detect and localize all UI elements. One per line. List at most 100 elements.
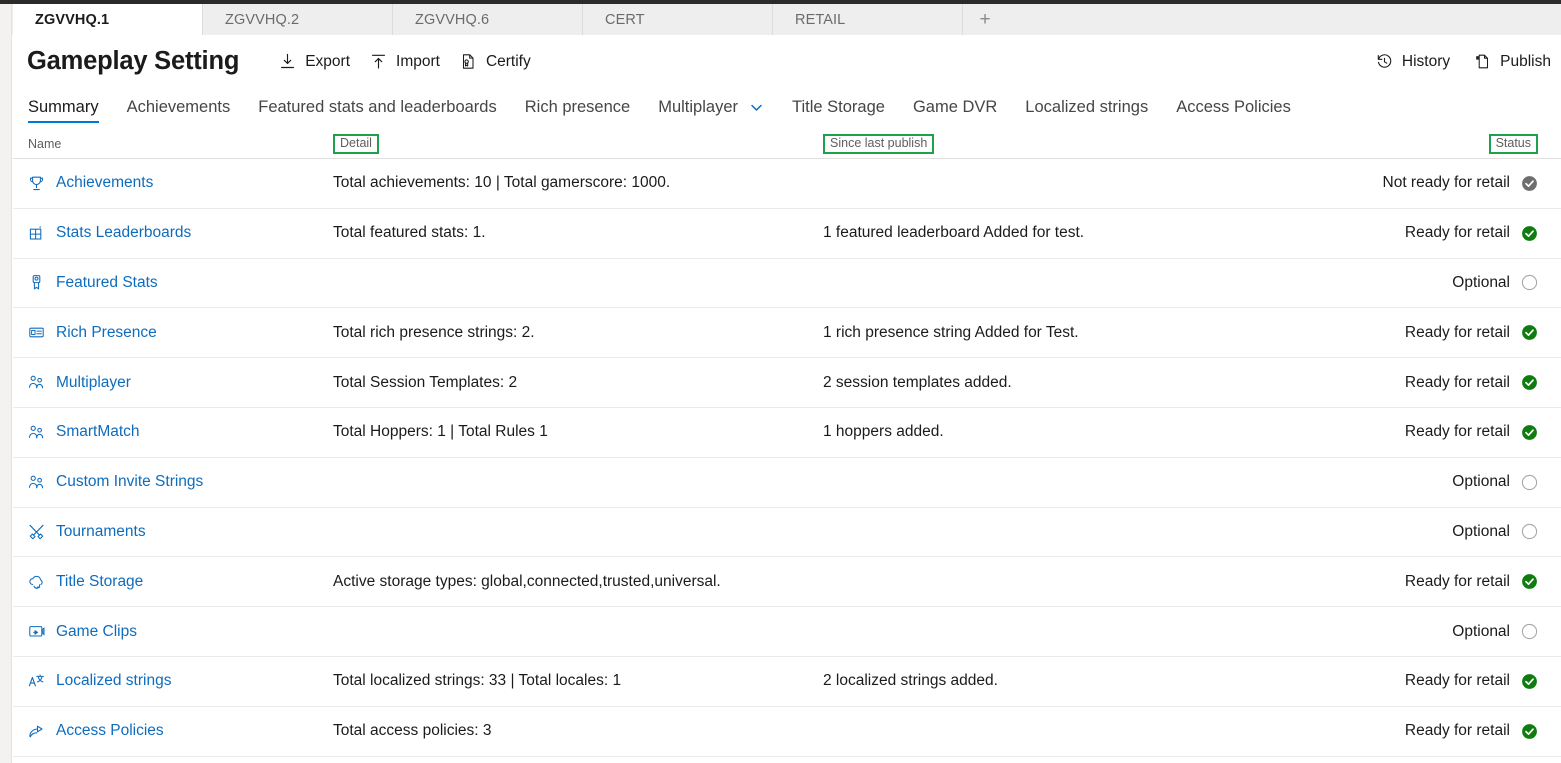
history-button[interactable]: History — [1366, 48, 1460, 76]
nav-tab-access-policies[interactable]: Access Policies — [1162, 98, 1305, 123]
chevron-down-icon[interactable] — [749, 100, 764, 115]
history-icon — [1376, 53, 1393, 70]
import-button[interactable]: Import — [360, 48, 450, 76]
status-optional-icon — [1521, 523, 1538, 540]
row-name-label: Achievements — [56, 174, 154, 192]
table-row: Tournaments Optional — [13, 508, 1561, 558]
nav-tab-game-dvr[interactable]: Game DVR — [899, 98, 1011, 123]
publish-label: Publish — [1500, 52, 1551, 70]
nav-tab-label: Access Policies — [1176, 98, 1291, 116]
row-name-label: Multiplayer — [56, 373, 131, 391]
publish-button[interactable]: Publish — [1464, 48, 1561, 76]
status-ready-icon — [1521, 324, 1538, 341]
browser-tab-2[interactable]: ZGVVHQ.2 — [203, 4, 393, 35]
section-nav-tabs: Summary Achievements Featured stats and le… — [13, 88, 1561, 123]
status-ready-icon — [1521, 424, 1538, 441]
people-icon — [28, 474, 45, 491]
row-name-link-title-storage[interactable]: Title Storage — [28, 573, 333, 591]
export-button[interactable]: Export — [269, 48, 360, 76]
browser-tab-label: ZGVVHQ.6 — [415, 11, 490, 28]
browser-tab-label: CERT — [605, 11, 645, 28]
window-top-bar — [0, 0, 1561, 4]
row-name-link-localized-strings[interactable]: Localized strings — [28, 672, 333, 690]
new-tab-button[interactable]: + — [963, 4, 1007, 35]
row-status: Not ready for retail — [1343, 174, 1561, 192]
row-name-link-stats-leaderboards[interactable]: Stats Leaderboards — [28, 224, 333, 242]
table-row: Game Clips Optional — [13, 607, 1561, 657]
status-badge: Optional — [1452, 522, 1510, 540]
browser-tab-strip: ZGVVHQ.1 ZGVVHQ.2 ZGVVHQ.6 CERT RETAIL + — [0, 4, 1561, 35]
column-header-since-last-publish-label: Since last publish — [823, 133, 935, 154]
row-status: Ready for retail — [1343, 573, 1561, 591]
column-header-name[interactable]: Name — [28, 137, 333, 151]
row-name-label: Featured Stats — [56, 273, 158, 291]
row-name-link-achievements[interactable]: Achievements — [28, 174, 333, 192]
row-since-last-publish-text: 2 localized strings added. — [823, 672, 998, 690]
column-header-name-label: Name — [28, 136, 62, 151]
page-content: Gameplay Setting Export Import Certify H… — [13, 35, 1561, 763]
row-name-link-tournaments[interactable]: Tournaments — [28, 523, 333, 541]
certify-label: Certify — [485, 52, 531, 70]
table-row: SmartMatch Total Hoppers: 1 | Total Rules… — [13, 408, 1561, 458]
nav-tab-label: Localized strings — [1025, 98, 1149, 116]
nav-tab-featured-stats-and-leaderboards[interactable]: Featured stats and leaderboards — [244, 98, 511, 123]
row-detail-text: Active storage types: global,connected,t… — [333, 572, 721, 590]
row-name-link-access-policies[interactable]: Access Policies — [28, 722, 333, 740]
nav-tab-rich-presence[interactable]: Rich presence — [511, 98, 644, 123]
browser-tab-1[interactable]: ZGVVHQ.1 — [13, 4, 203, 35]
row-name-link-custom-invite-strings[interactable]: Custom Invite Strings — [28, 473, 333, 491]
status-ready-icon — [1521, 374, 1538, 391]
table-row: Title Storage Active storage types: globa… — [13, 557, 1561, 608]
people-icon — [28, 374, 45, 391]
browser-tab-3[interactable]: ZGVVHQ.6 — [393, 4, 583, 35]
status-badge: Not ready for retail — [1382, 174, 1511, 192]
row-since-last-publish-text: 1 hoppers added. — [823, 423, 944, 441]
export-label: Export — [305, 52, 351, 70]
column-header-detail-label: Detail — [333, 133, 379, 154]
browser-tab-4[interactable]: CERT — [583, 4, 773, 35]
nav-tab-multiplayer[interactable]: Multiplayer — [644, 98, 778, 123]
status-badge: Ready for retail — [1404, 572, 1510, 590]
table-row: Custom Invite Strings Optional — [13, 458, 1561, 508]
row-since-last-publish-text: 1 featured leaderboard Added for test. — [823, 224, 1085, 242]
row-name-link-game-clips[interactable]: Game Clips — [28, 623, 333, 641]
nav-tab-label: Rich presence — [524, 98, 631, 116]
leaderboard-grid-icon — [28, 225, 45, 242]
row-detail-text: Total Hoppers: 1 | Total Rules 1 — [333, 423, 548, 441]
row-status: Ready for retail — [1343, 722, 1561, 740]
table-body: Achievements Total achievements: 10 | Tot… — [13, 159, 1561, 757]
nav-tab-achievements[interactable]: Achievements — [113, 98, 245, 123]
row-status: Ready for retail — [1343, 672, 1561, 690]
column-header-since-last-publish[interactable]: Since last publish — [823, 133, 1343, 154]
id-card-icon — [28, 324, 45, 341]
column-header-status[interactable]: Status — [1343, 133, 1561, 154]
row-since-last-publish-text: 1 rich presence string Added for Test. — [823, 323, 1079, 341]
column-header-detail[interactable]: Detail — [333, 133, 823, 154]
table-row: Localized strings Total localized strings… — [13, 657, 1561, 707]
row-name-link-multiplayer[interactable]: Multiplayer — [28, 374, 333, 392]
row-name-link-featured-stats[interactable]: Featured Stats — [28, 274, 333, 292]
status-ready-icon — [1521, 573, 1538, 590]
status-optional-icon — [1521, 623, 1538, 640]
row-status: Ready for retail — [1343, 374, 1561, 392]
nav-tab-title-storage[interactable]: Title Storage — [778, 98, 899, 123]
status-optional-icon — [1521, 274, 1538, 291]
row-detail-text: Total Session Templates: 2 — [333, 373, 518, 391]
row-name-label: Game Clips — [56, 622, 137, 640]
status-badge: Ready for retail — [1404, 323, 1510, 341]
nav-tab-label: Achievements — [126, 98, 231, 116]
certificate-icon — [460, 53, 477, 70]
command-bar: Gameplay Setting Export Import Certify H… — [13, 35, 1561, 88]
nav-tab-localized-strings[interactable]: Localized strings — [1011, 98, 1162, 123]
status-ready-icon — [1521, 723, 1538, 740]
browser-tab-5[interactable]: RETAIL — [773, 4, 963, 35]
certify-button[interactable]: Certify — [450, 48, 541, 76]
tab-strip-filler — [1007, 4, 1561, 35]
nav-tab-summary[interactable]: Summary — [28, 98, 113, 123]
row-name-label: Stats Leaderboards — [56, 224, 192, 242]
row-name-link-rich-presence[interactable]: Rich Presence — [28, 324, 333, 342]
row-name-label: Tournaments — [56, 522, 146, 540]
browser-tab-label: ZGVVHQ.1 — [35, 11, 110, 28]
row-name-link-smartmatch[interactable]: SmartMatch — [28, 423, 333, 441]
translate-icon — [28, 673, 45, 690]
